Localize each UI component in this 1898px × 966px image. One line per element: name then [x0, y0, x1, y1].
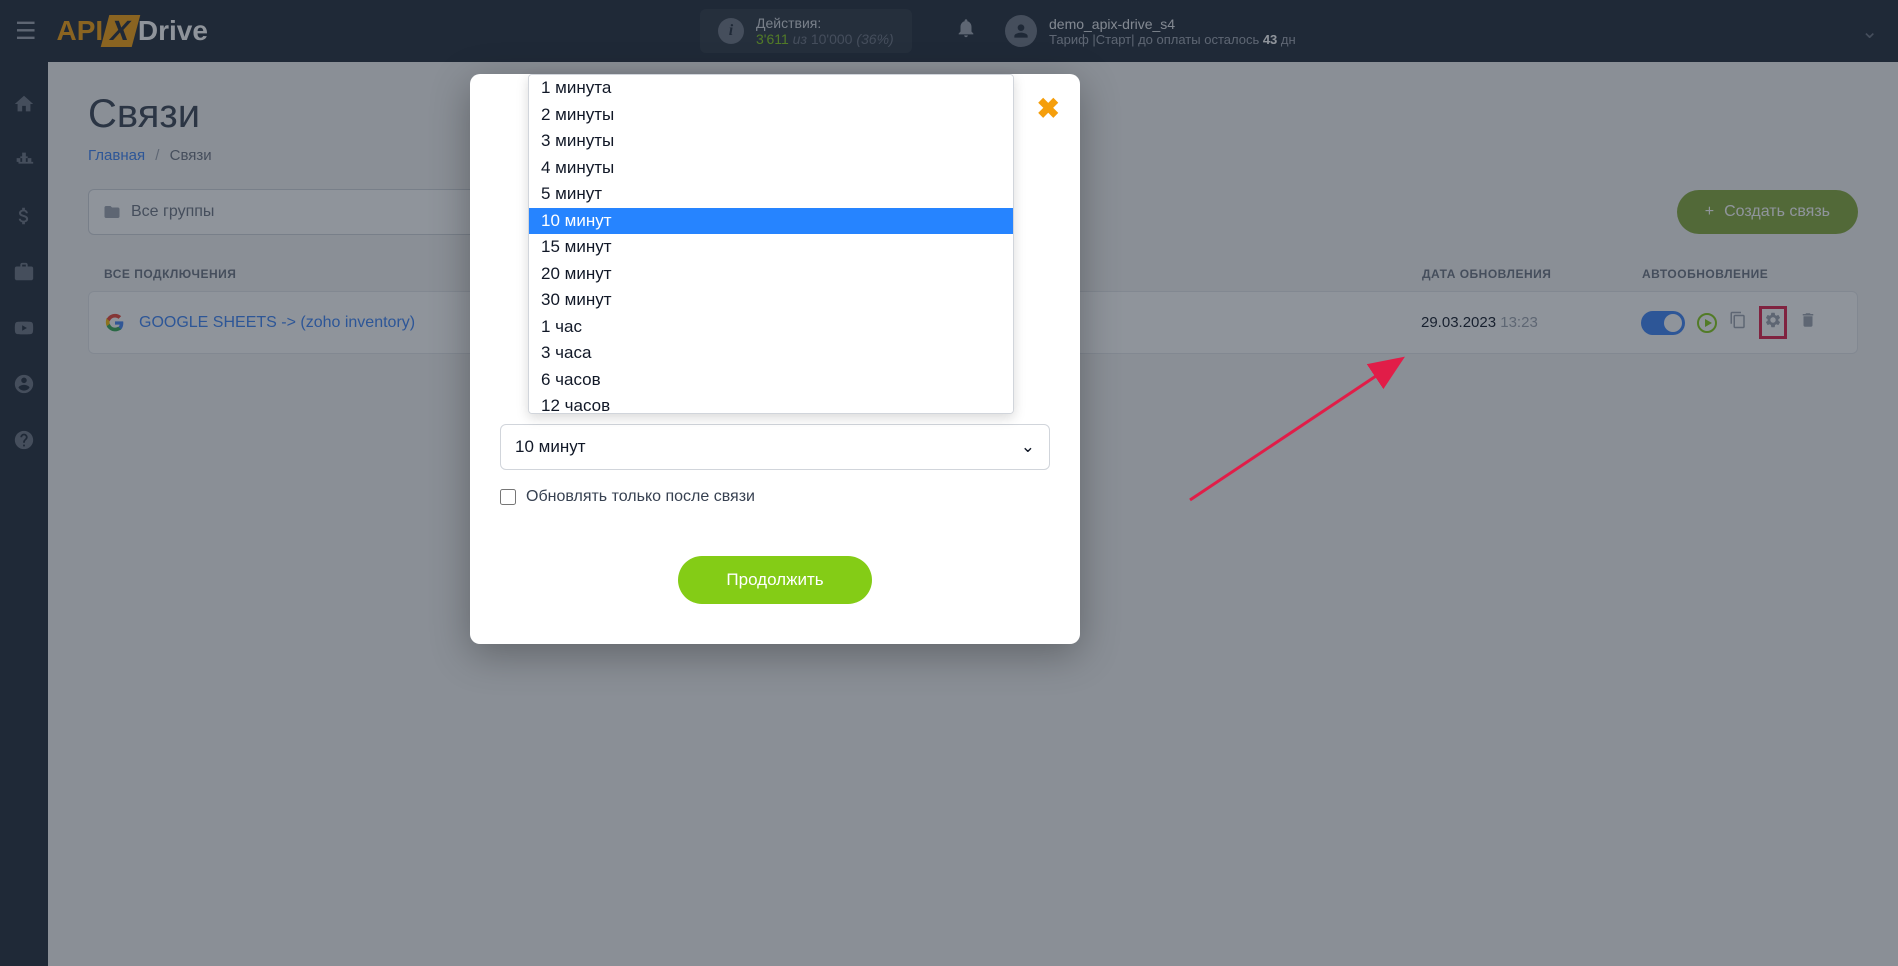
interval-dropdown: 1 минута2 минуты3 минуты4 минуты5 минут1… [528, 74, 1014, 414]
dropdown-item[interactable]: 3 минуты [529, 128, 1013, 155]
interval-select[interactable]: 10 минут ⌄ [500, 424, 1050, 470]
dropdown-item[interactable]: 15 минут [529, 234, 1013, 261]
dropdown-item[interactable]: 30 минут [529, 287, 1013, 314]
dropdown-item[interactable]: 4 минуты [529, 155, 1013, 182]
dropdown-item[interactable]: 2 минуты [529, 102, 1013, 129]
update-after-checkbox[interactable] [500, 489, 516, 505]
dropdown-item[interactable]: 6 часов [529, 367, 1013, 394]
continue-button[interactable]: Продолжить [678, 556, 871, 604]
dropdown-item[interactable]: 1 минута [529, 75, 1013, 102]
dropdown-item[interactable]: 1 час [529, 314, 1013, 341]
chevron-down-icon: ⌄ [1021, 437, 1035, 457]
checkbox-label: Обновлять только после связи [526, 488, 755, 506]
update-after-checkbox-row[interactable]: Обновлять только после связи [500, 488, 1050, 506]
close-icon[interactable]: ✖ [1037, 92, 1060, 125]
dropdown-item[interactable]: 3 часа [529, 340, 1013, 367]
dropdown-item[interactable]: 12 часов [529, 393, 1013, 414]
dropdown-item[interactable]: 10 минут [529, 208, 1013, 235]
dropdown-item[interactable]: 20 минут [529, 261, 1013, 288]
interval-select-value: 10 минут [515, 437, 586, 457]
dropdown-item[interactable]: 5 минут [529, 181, 1013, 208]
